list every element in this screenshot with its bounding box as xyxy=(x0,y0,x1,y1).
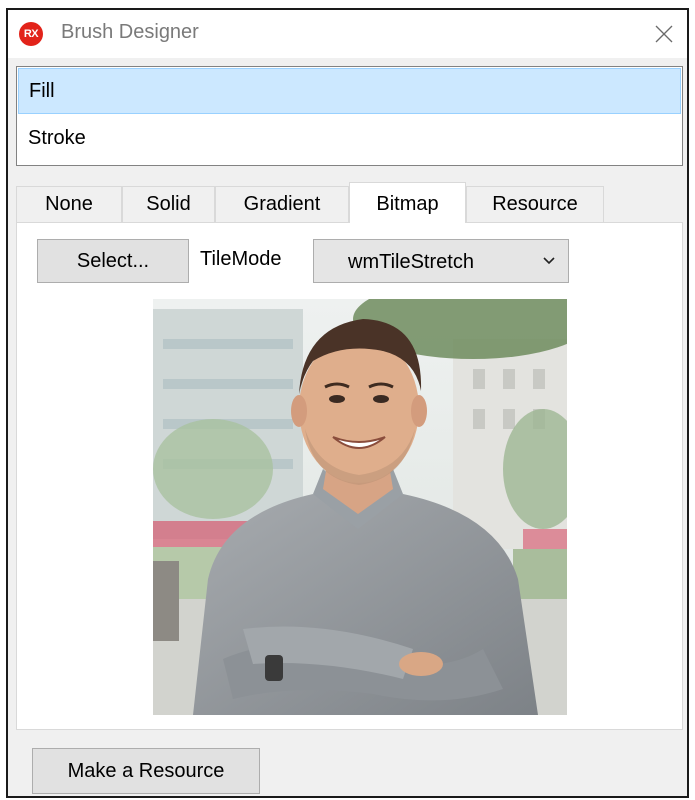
brush-target-list[interactable]: Fill Stroke xyxy=(16,66,683,166)
window-title: Brush Designer xyxy=(61,21,199,43)
tab-label: Gradient xyxy=(243,193,321,215)
app-icon-text: RX xyxy=(23,28,39,40)
tab-label: None xyxy=(45,193,93,215)
select-bitmap-button[interactable]: Select... xyxy=(37,239,189,283)
brush-type-tabs: None Solid Gradient Bitmap Resource xyxy=(16,182,683,223)
rx-app-icon: RX xyxy=(19,22,43,46)
title-bar: RX Brush Designer xyxy=(8,10,687,58)
list-item-fill[interactable]: Fill xyxy=(18,68,681,114)
list-item-label: Fill xyxy=(29,80,55,102)
bitmap-tab-panel: Select... TileMode wmTileStretch xyxy=(16,222,683,730)
close-icon xyxy=(655,25,673,43)
close-button[interactable] xyxy=(641,10,687,58)
tilemode-label: TileMode xyxy=(200,248,282,270)
tab-solid[interactable]: Solid xyxy=(122,186,215,222)
list-item-label: Stroke xyxy=(28,127,86,149)
make-resource-button[interactable]: Make a Resource xyxy=(32,748,260,794)
tab-label: Solid xyxy=(146,193,191,215)
chevron-down-icon xyxy=(543,257,555,265)
bitmap-preview-image xyxy=(153,299,567,715)
tilemode-dropdown[interactable]: wmTileStretch xyxy=(313,239,569,283)
tilemode-value: wmTileStretch xyxy=(348,251,474,273)
tab-gradient[interactable]: Gradient xyxy=(215,186,349,222)
tab-label: Resource xyxy=(492,193,578,215)
tab-bitmap[interactable]: Bitmap xyxy=(349,182,466,223)
tab-resource[interactable]: Resource xyxy=(466,186,604,222)
list-item-stroke[interactable]: Stroke xyxy=(18,115,681,161)
tab-none[interactable]: None xyxy=(16,186,122,222)
tab-label: Bitmap xyxy=(376,193,439,215)
portrait-photo xyxy=(153,299,567,715)
brush-designer-window: RX Brush Designer Fill Stroke None Solid… xyxy=(6,8,689,798)
